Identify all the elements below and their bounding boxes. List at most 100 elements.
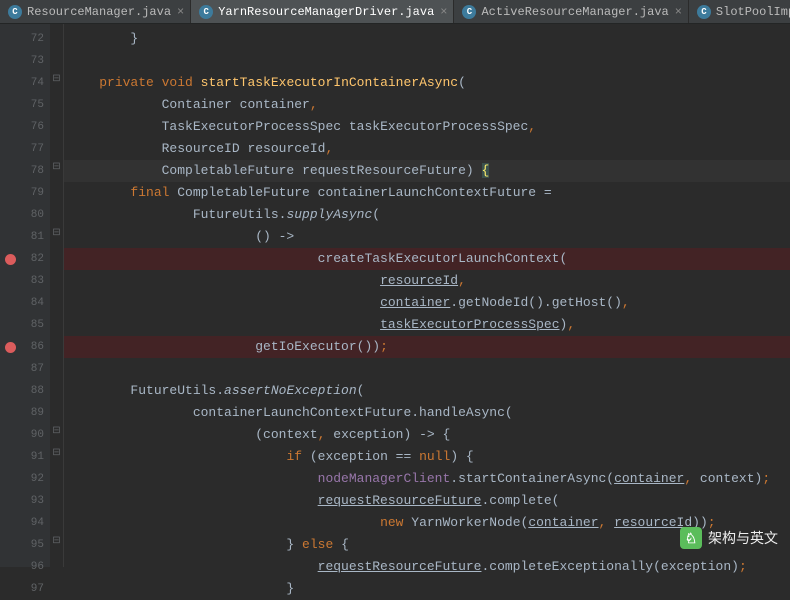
fold-icon[interactable]: ⊟ [52,425,60,437]
tab-3[interactable]: CSlotPoolImpl.java× [689,0,790,23]
fold-slot[interactable] [50,486,63,508]
code-line[interactable]: } else { [64,534,790,556]
breakpoint-slot[interactable] [0,578,20,600]
fold-icon[interactable]: ⊟ [52,447,60,459]
fold-icon[interactable]: ⊟ [52,227,60,239]
fold-slot[interactable] [50,552,63,574]
fold-slot[interactable] [50,46,63,68]
fold-slot[interactable] [50,178,63,200]
code-line[interactable]: if (exception == null) { [64,446,790,468]
fold-slot[interactable]: ⊟ [50,420,63,442]
fold-slot[interactable] [50,332,63,354]
fold-slot[interactable] [50,508,63,530]
breakpoint-slot[interactable] [0,28,20,50]
breakpoint-slot[interactable] [0,512,20,534]
fold-slot[interactable] [50,354,63,376]
breakpoint-slot[interactable] [0,292,20,314]
tab-2[interactable]: CActiveResourceManager.java× [454,0,688,23]
line-number: 85 [20,314,50,336]
code-line[interactable]: ResourceID resourceId, [64,138,790,160]
code-line[interactable]: nodeManagerClient.startContainerAsync(co… [64,468,790,490]
breakpoint-slot[interactable] [0,358,20,380]
breakpoint-slot[interactable] [0,446,20,468]
fold-slot[interactable]: ⊟ [50,530,63,552]
breakpoint-slot[interactable] [0,556,20,578]
code-line[interactable] [64,358,790,380]
code-line[interactable] [64,50,790,72]
tab-0[interactable]: CResourceManager.java× [0,0,191,23]
breakpoint-slot[interactable] [0,226,20,248]
code-line[interactable]: } [64,28,790,50]
fold-slot[interactable] [50,398,63,420]
tab-1[interactable]: C YarnResourceManagerDriver.java × [191,0,454,23]
code-line[interactable]: taskExecutorProcessSpec), [64,314,790,336]
fold-slot[interactable] [50,266,63,288]
code-line[interactable]: final CompletableFuture containerLaunchC… [64,182,790,204]
breakpoint-slot[interactable] [0,116,20,138]
fold-slot[interactable] [50,288,63,310]
breakpoint-icon[interactable] [5,254,16,265]
breakpoint-slot[interactable] [0,50,20,72]
fold-icon[interactable]: ⊟ [52,73,60,85]
code-line[interactable]: container.getNodeId().getHost(), [64,292,790,314]
code-area[interactable]: } private void startTaskExecutorInContai… [64,24,790,567]
breakpoint-slot[interactable] [0,204,20,226]
fold-gutter[interactable]: ⊟ ⊟ ⊟ ⊟ ⊟ ⊟ [50,24,64,567]
breakpoint-slot[interactable] [0,182,20,204]
fold-slot[interactable] [50,200,63,222]
code-line[interactable]: FutureUtils.supplyAsync( [64,204,790,226]
fold-slot[interactable] [50,310,63,332]
code-line[interactable]: requestResourceFuture.completeExceptiona… [64,556,790,578]
breakpoint-slot[interactable] [0,490,20,512]
code-line[interactable]: createTaskExecutorLaunchContext( [64,248,790,270]
code-line[interactable]: CompletableFuture requestResourceFuture)… [64,160,790,182]
code-line[interactable]: } [64,578,790,600]
fold-slot[interactable] [50,574,63,596]
fold-slot[interactable] [50,464,63,486]
breakpoint-slot[interactable] [0,402,20,424]
fold-slot[interactable] [50,90,63,112]
fold-slot[interactable] [50,112,63,134]
close-icon[interactable]: × [440,5,447,19]
breakpoint-gutter[interactable] [0,24,20,567]
fold-icon[interactable]: ⊟ [52,535,60,547]
breakpoint-slot[interactable] [0,380,20,402]
fold-slot[interactable]: ⊟ [50,222,63,244]
breakpoint-slot[interactable] [0,314,20,336]
fold-icon[interactable]: ⊟ [52,161,60,173]
fold-slot[interactable] [50,244,63,266]
tab-label: YarnResourceManagerDriver.java [218,5,434,19]
close-icon[interactable]: × [177,5,184,19]
code-line[interactable]: Container container, [64,94,790,116]
breakpoint-slot[interactable] [0,336,20,358]
code-line[interactable]: (context, exception) -> { [64,424,790,446]
breakpoint-slot[interactable] [0,270,20,292]
code-line[interactable]: FutureUtils.assertNoException( [64,380,790,402]
code-line[interactable]: requestResourceFuture.complete( [64,490,790,512]
breakpoint-slot[interactable] [0,534,20,556]
fold-slot[interactable]: ⊟ [50,68,63,90]
code-line[interactable]: TaskExecutorProcessSpec taskExecutorProc… [64,116,790,138]
close-icon[interactable]: × [675,5,682,19]
fold-slot[interactable] [50,376,63,398]
code-line[interactable]: resourceId, [64,270,790,292]
code-line[interactable]: private void startTaskExecutorInContaine… [64,72,790,94]
breakpoint-slot[interactable] [0,72,20,94]
fold-slot[interactable] [50,134,63,156]
breakpoint-slot[interactable] [0,94,20,116]
breakpoint-slot[interactable] [0,248,20,270]
java-class-icon: C [199,5,213,19]
code-line[interactable]: getIoExecutor()); [64,336,790,358]
line-number: 75 [20,94,50,116]
fold-slot[interactable]: ⊟ [50,442,63,464]
breakpoint-slot[interactable] [0,138,20,160]
fold-slot[interactable]: ⊟ [50,156,63,178]
code-line[interactable]: () -> [64,226,790,248]
code-line[interactable]: containerLaunchContextFuture.handleAsync… [64,402,790,424]
code-line[interactable]: new YarnWorkerNode(container, resourceId… [64,512,790,534]
breakpoint-slot[interactable] [0,424,20,446]
fold-slot[interactable] [50,24,63,46]
breakpoint-icon[interactable] [5,342,16,353]
breakpoint-slot[interactable] [0,160,20,182]
breakpoint-slot[interactable] [0,468,20,490]
